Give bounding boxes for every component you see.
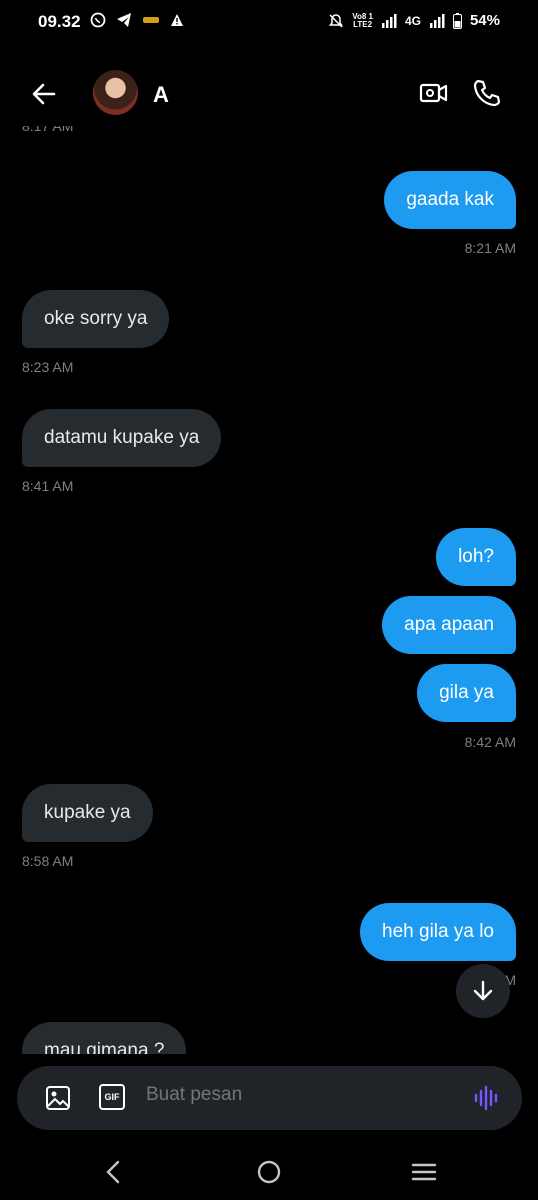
status-time: 09.32 [38, 12, 81, 31]
sent-message-bubble[interactable]: heh gila ya lo [360, 903, 516, 961]
message-timestamp: 8:21 AM [464, 240, 516, 256]
sent-message-bubble[interactable]: apa apaan [382, 596, 516, 654]
image-icon[interactable] [44, 1084, 72, 1112]
chat-header: A [0, 60, 538, 126]
message-timestamp: 8:17 AM [22, 126, 74, 134]
sent-message-bubble[interactable]: gaada kak [384, 171, 516, 229]
nav-back-icon[interactable] [100, 1158, 128, 1186]
app-notification-icon [143, 17, 159, 23]
voice-message-icon[interactable] [472, 1084, 500, 1112]
received-message-bubble[interactable]: mau gimana ? [22, 1022, 187, 1054]
message-timestamp: 8:41 AM [22, 478, 74, 494]
sent-message-bubble[interactable]: gila ya [417, 664, 516, 722]
system-nav-bar [0, 1140, 538, 1200]
volte-indicator: Vo8 1 LTE2 [352, 11, 373, 29]
message-timestamp: 8:58 AM [22, 853, 74, 869]
nav-recents-icon[interactable] [410, 1158, 438, 1186]
status-bar: 09.32 Vo8 1 LTE2 4G 54% [0, 0, 538, 46]
warning-icon [171, 14, 183, 26]
phone-call-icon[interactable] [472, 78, 502, 108]
signal-icon [381, 13, 397, 28]
telegram-icon [117, 13, 131, 27]
video-call-icon[interactable] [419, 78, 449, 108]
signal-icon-2 [429, 13, 445, 28]
battery-icon [452, 12, 462, 29]
battery-percent: 54% [469, 12, 500, 29]
received-message-bubble[interactable]: oke sorry ya [22, 290, 170, 348]
message-timestamp: 8:42 AM [464, 734, 516, 750]
message-timestamp: 8:23 AM [22, 359, 74, 375]
gif-button[interactable]: GIF [99, 1084, 125, 1110]
contact-avatar[interactable] [93, 70, 138, 115]
whatsapp-icon [90, 12, 106, 28]
back-arrow-icon[interactable] [30, 80, 58, 108]
received-message-bubble[interactable]: kupake ya [22, 784, 153, 842]
message-list[interactable]: 8:17 AM gaada kak 8:21 AM oke sorry ya 8… [0, 126, 538, 1054]
contact-name[interactable]: A [153, 82, 169, 108]
network-type: 4G [404, 13, 421, 28]
scroll-to-bottom-button[interactable] [456, 964, 510, 1018]
sent-message-bubble[interactable]: loh? [436, 528, 516, 586]
nav-home-icon[interactable] [255, 1158, 283, 1186]
message-input[interactable] [146, 1084, 446, 1106]
mute-icon [329, 13, 344, 28]
received-message-bubble[interactable]: datamu kupake ya [22, 409, 222, 467]
message-composer: GIF [17, 1066, 522, 1130]
arrow-down-icon [473, 980, 493, 1001]
